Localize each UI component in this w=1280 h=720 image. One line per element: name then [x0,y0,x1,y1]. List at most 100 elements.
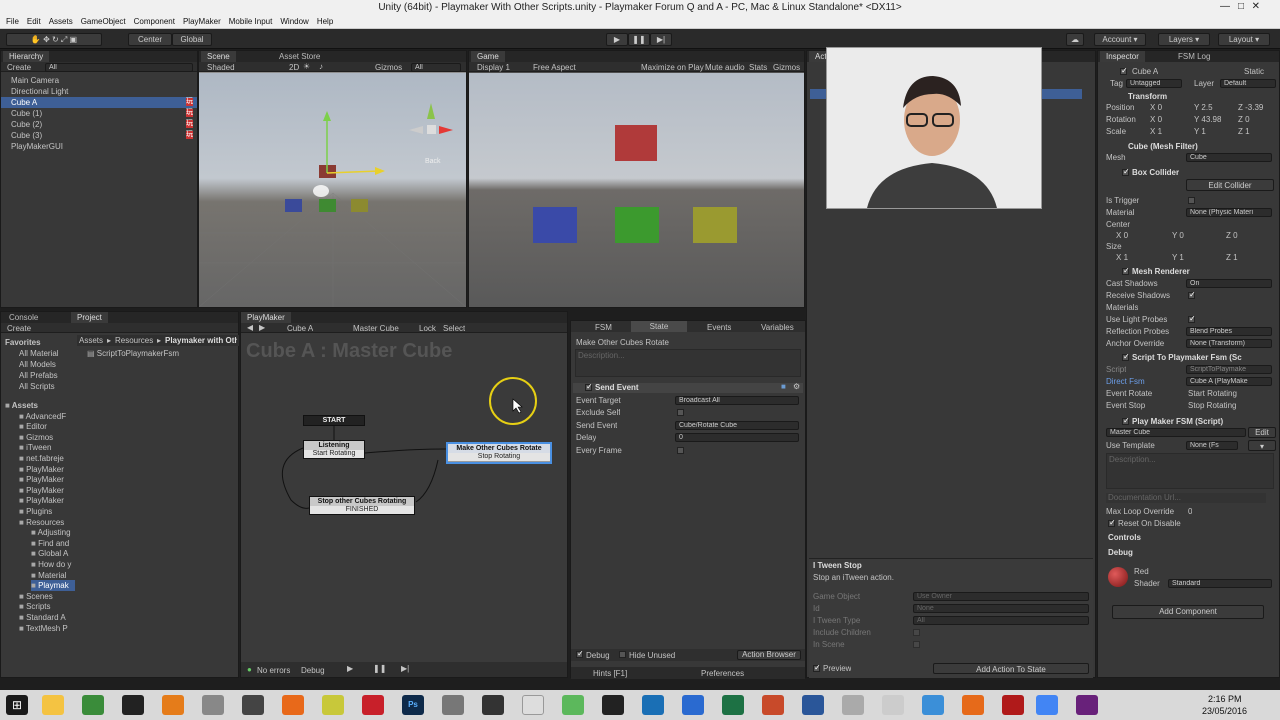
add-action-button[interactable]: Add Action To State [933,663,1089,674]
breadcrumb-current[interactable]: Playmaker with Other Scripts [165,336,237,345]
fsm-edit-button[interactable]: Edit [1248,427,1276,438]
scale-y[interactable]: Y 1 [1194,127,1206,136]
folder-item[interactable]: ■ Standard A [19,612,75,623]
add-component-button[interactable]: Add Component [1112,605,1264,619]
event-stop-field[interactable]: Stop Rotating [1188,401,1236,410]
mesh-filter-header[interactable]: Cube (Mesh Filter) [1128,142,1198,151]
tab-state[interactable]: State [631,321,687,332]
menu-item-assets[interactable]: Assets [49,17,73,26]
reflection-probes-dropdown[interactable]: Blend Probes [1186,327,1272,336]
folder-item[interactable]: ■ Material [31,570,75,581]
account-dropdown[interactable]: Account ▾ [1094,33,1146,46]
word-icon[interactable] [802,695,824,715]
maximize-on-play-toggle[interactable]: Maximize on Play [641,63,704,72]
unity-icon-2[interactable] [602,695,624,715]
audio-toggle-icon[interactable]: ♪ [319,62,323,71]
menu-item-edit[interactable]: Edit [27,17,41,26]
filezilla-icon[interactable] [362,695,384,715]
layers-dropdown[interactable]: Layers ▾ [1158,33,1210,46]
debug-dropdown[interactable]: Debug [301,666,325,675]
folder-item[interactable]: ■ Global A [31,548,75,559]
tab-console[interactable]: Console [3,312,44,323]
light-probes-checkbox[interactable] [1188,314,1196,323]
rotation-x[interactable]: X 0 [1150,115,1162,124]
folder-item[interactable]: ■ TextMesh P [19,623,75,634]
gameobject-name[interactable]: Cube A [1132,67,1158,76]
scale-x[interactable]: X 1 [1150,127,1162,136]
database-icon[interactable] [442,695,464,715]
script-fsm-checkbox[interactable] [1122,352,1130,361]
blender-icon[interactable] [162,695,184,715]
layer-dropdown[interactable]: Default [1220,79,1276,88]
shading-mode-dropdown[interactable]: Shaded [207,63,235,72]
tab-fsm[interactable]: FSM [595,323,612,332]
action-browser-button[interactable]: Action Browser [737,650,801,660]
max-loop-field[interactable]: 0 [1188,507,1192,516]
tab-game[interactable]: Game [471,51,505,62]
cast-shadows-dropdown[interactable]: On [1186,279,1272,288]
template-field[interactable]: None (Fs [1186,441,1238,450]
favorites-item[interactable]: Favorites [5,337,41,348]
file-explorer-icon[interactable] [42,695,64,715]
action-field-value[interactable]: Cube/Rotate Cube [675,420,799,430]
app-icon-4[interactable] [882,695,904,715]
material-preview-sphere[interactable] [1108,567,1128,587]
receive-shadows-checkbox[interactable] [1188,290,1196,299]
hierarchy-item[interactable]: Directional Light [1,86,197,97]
tab-inspector[interactable]: Inspector [1100,51,1145,62]
tab-scene[interactable]: Scene [201,51,236,62]
folder-item[interactable]: ■ PlayMaker [19,495,75,506]
menu-item-file[interactable]: File [6,17,19,26]
script-fsm-header[interactable]: Script To Playmaker Fsm (Sc [1132,353,1278,362]
breadcrumb-resources[interactable]: Resources [115,336,153,345]
size-y[interactable]: Y 1 [1172,253,1184,262]
pivot-toggle[interactable]: Center [128,33,172,46]
gameobject-active-checkbox[interactable] [1120,66,1128,75]
powerpoint-icon[interactable] [762,695,784,715]
folder-item[interactable]: ■ Adjusting [31,527,75,538]
action-help-icon[interactable]: ■ [781,382,786,391]
folder-item[interactable]: ■ Assets [5,400,75,411]
app-icon-3[interactable] [842,695,864,715]
transform-header[interactable]: Transform [1128,92,1167,101]
folder-item[interactable]: ■ Plugins [19,506,75,517]
hierarchy-item[interactable]: Cube A 玩 [1,97,197,108]
center-z[interactable]: Z 0 [1226,231,1238,240]
action-field-value[interactable]: Broadcast All [675,396,799,405]
fsm-name-field[interactable]: Master Cube [1106,428,1246,437]
position-x[interactable]: X 0 [1150,103,1162,112]
play-button[interactable]: ▶ [606,33,628,46]
action-field-checkbox[interactable] [677,446,684,454]
reset-on-disable-checkbox[interactable] [1108,518,1116,527]
fsm-state-stop-other-cubes[interactable]: Stop other Cubes Rotating FINISHED [309,496,415,515]
hierarchy-item[interactable]: Cube (1) 玩 [1,108,197,119]
spreadsheet-app-icon[interactable] [82,695,104,715]
breadcrumb-assets[interactable]: Assets [79,336,103,345]
hierarchy-item[interactable]: Main Camera [1,75,197,86]
hierarchy-item[interactable]: PlayMakerGUI [1,141,197,152]
clock-time[interactable]: 2:16 PM [1208,694,1242,704]
menu-item-component[interactable]: Component [134,17,175,26]
tab-project[interactable]: Project [71,312,108,323]
project-create-button[interactable]: Create [7,324,31,333]
folder-item[interactable]: ■ Find and [31,538,75,549]
app-icon-5[interactable] [922,695,944,715]
folder-item[interactable]: ■ iTween [19,442,75,453]
fsm-state-make-other-cubes-rotate[interactable]: Make Other Cubes Rotate Stop Rotating [446,442,552,464]
size-x[interactable]: X 1 [1116,253,1128,262]
favorites-item[interactable]: All Scripts [19,381,55,392]
playmaker-fsm-header[interactable]: Play Maker FSM (Script) [1132,417,1223,426]
folder-item[interactable]: ■ Scripts [19,601,75,612]
folder-item[interactable]: ■ Gizmos [19,432,75,443]
pause-button[interactable]: ❚❚ [628,33,650,46]
position-y[interactable]: Y 2.5 [1194,103,1213,112]
state-listening-event[interactable]: Start Rotating [304,450,364,458]
minimize-button[interactable]: — [1220,1,1230,12]
anchor-override-field[interactable]: None (Transform) [1186,339,1272,348]
fsm-state-start[interactable]: START [303,415,365,426]
unity-icon[interactable] [122,695,144,715]
chrome-icon[interactable] [1036,695,1058,715]
mesh-field[interactable]: Cube [1186,153,1272,162]
playmaker-fsm-checkbox[interactable] [1122,416,1130,425]
display-dropdown[interactable]: Display 1 [477,63,510,72]
